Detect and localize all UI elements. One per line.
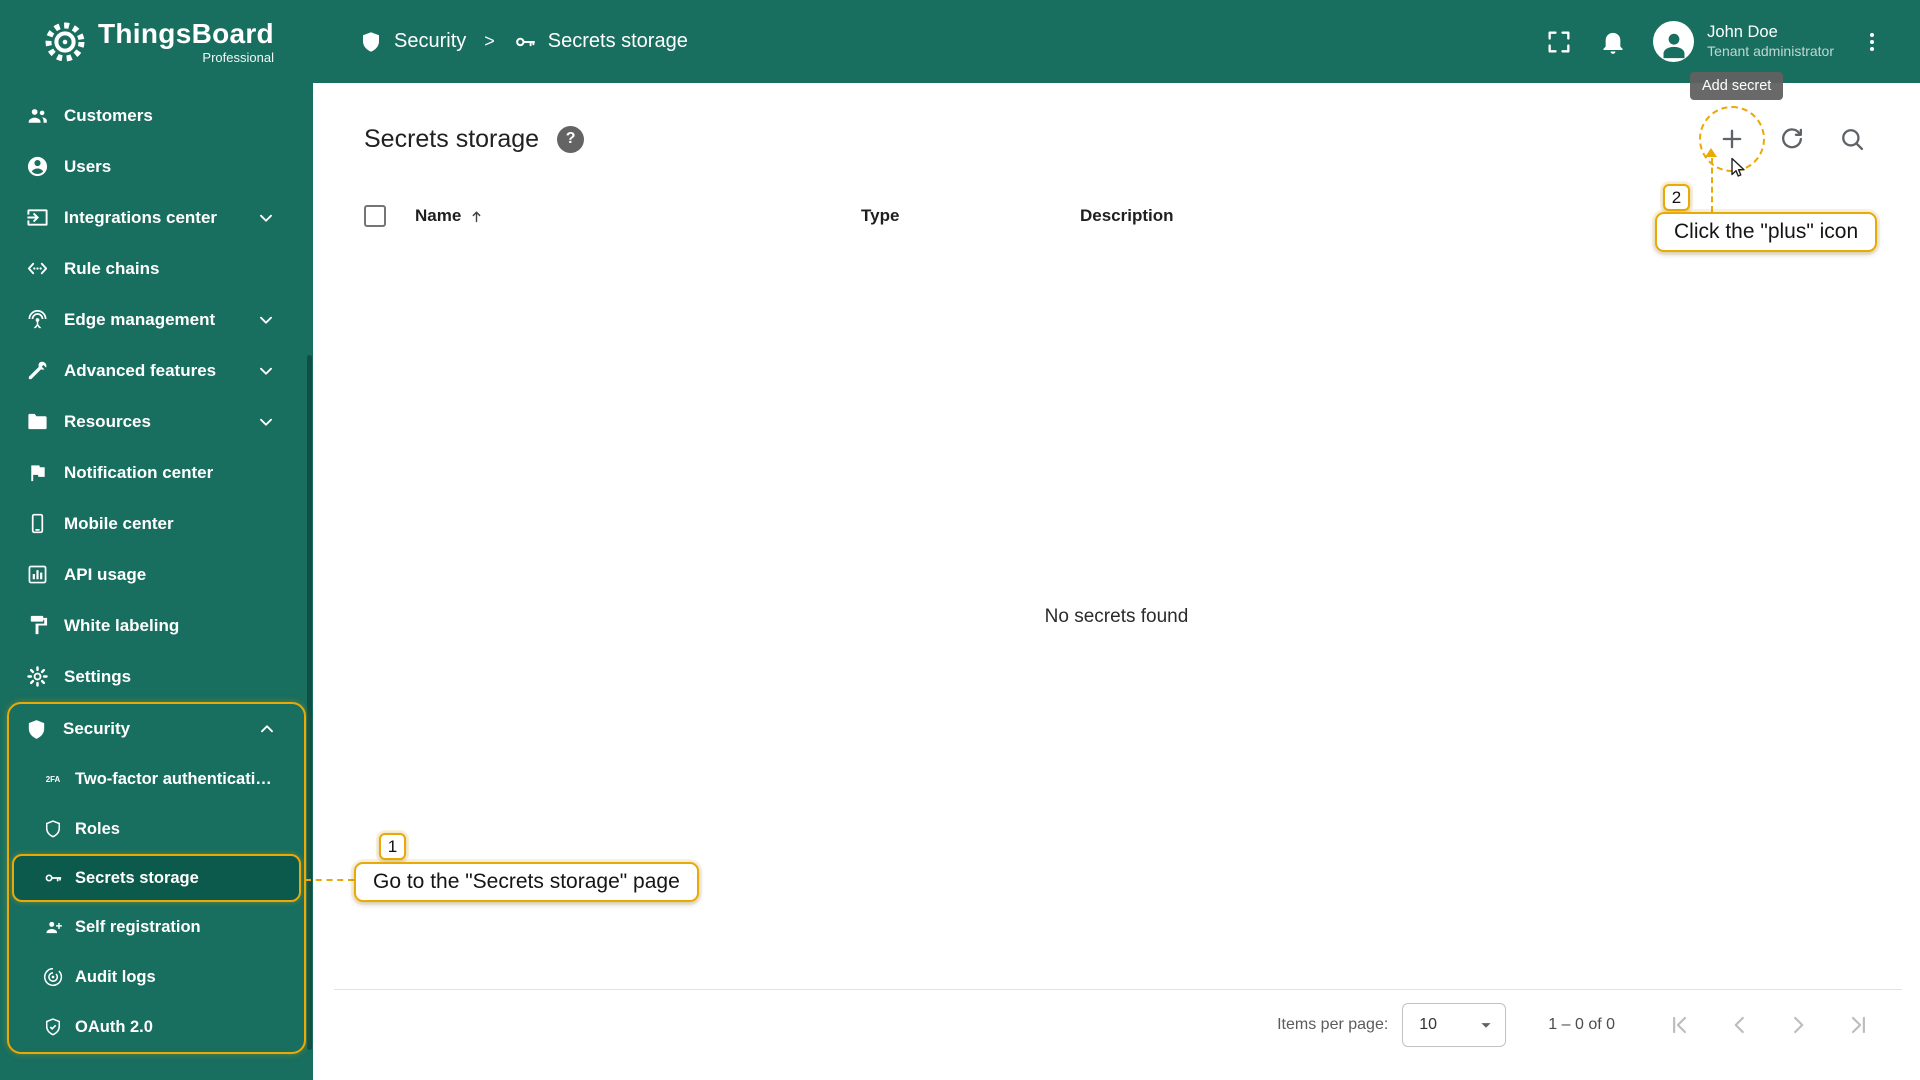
previous-page-button[interactable] [1717,1003,1761,1047]
sidebar-item-mobile-center[interactable]: Mobile center [0,498,313,549]
thingsboard-logo-icon [42,19,88,65]
column-header-name[interactable]: Name [415,188,485,244]
paginator-buttons [1657,1003,1881,1047]
search-button[interactable] [1836,123,1868,155]
chevron-down-icon[interactable] [255,207,277,229]
paint-icon [26,614,49,637]
top-bar: ThingsBoard Professional Security > Secr… [0,0,1920,83]
fullscreen-icon[interactable] [1545,28,1573,56]
people-icon [26,104,49,127]
shield-icon [25,718,48,741]
sidebar-item-resources[interactable]: Resources [0,396,313,447]
plus-icon [1718,129,1746,156]
empty-state-text: No secrets found [1044,605,1189,627]
sidebar-item-rule-chains[interactable]: Rule chains [0,243,313,294]
breadcrumb: Security > Secrets storage [359,30,688,54]
key-icon [43,868,63,888]
sidebar-item-integrations-center[interactable]: Integrations center [0,192,313,243]
brand-subtitle: Professional [202,49,274,65]
integrations-icon [26,206,49,229]
page-header: Secrets storage ? [334,110,1902,168]
chart-icon [26,563,49,586]
audit-target-icon [43,967,63,987]
kebab-menu-icon[interactable] [1860,30,1884,54]
chevron-down-icon[interactable] [255,360,277,382]
table-toolbar [1716,123,1868,155]
column-header-type[interactable]: Type [861,188,899,244]
sidebar-item-two-factor-authentication[interactable]: 2FA Two-factor authenticati… [9,754,304,804]
sidebar-item-advanced-features[interactable]: Advanced features [0,345,313,396]
paginator: Items per page: 10 1 – 0 of 0 [334,989,1902,1059]
notifications-bell-icon[interactable] [1599,28,1627,56]
flag-icon [26,461,49,484]
key-icon [513,30,537,54]
person-icon [26,155,49,178]
chevron-down-icon[interactable] [255,411,277,433]
sidebar-item-edge-management[interactable]: Edge management [0,294,313,345]
antenna-icon [26,308,49,331]
items-per-page-label: Items per page: [1277,1015,1389,1033]
chevron-up-icon[interactable] [256,718,278,740]
main-content: Secrets storage ? Name Type Description … [313,83,1920,1080]
next-page-button[interactable] [1777,1003,1821,1047]
paginator-range: 1 – 0 of 0 [1548,1015,1615,1033]
brand-logo[interactable]: ThingsBoard Professional [0,17,313,65]
last-page-button[interactable] [1837,1003,1881,1047]
refresh-icon [1778,128,1806,156]
breadcrumb-label: Secrets storage [547,30,688,52]
roles-shield-icon [43,819,63,839]
select-all-checkbox[interactable] [364,205,386,227]
sidebar-item-notification-center[interactable]: Notification center [0,447,313,498]
refresh-button[interactable] [1776,123,1808,155]
column-header-description[interactable]: Description [1080,188,1174,244]
breadcrumb-label: Security [394,30,467,52]
svg-text:2FA: 2FA [46,775,61,784]
user-menu[interactable]: John Doe Tenant administrator [1653,21,1834,62]
rule-chains-icon [26,257,49,280]
breadcrumb-item-secrets-storage[interactable]: Secrets storage [513,30,688,54]
sidebar-item-users[interactable]: Users [0,141,313,192]
page-size-select[interactable]: 10 [1402,1002,1507,1047]
sidebar-item-customers[interactable]: Customers [0,90,313,141]
person-add-icon [43,917,63,937]
tools-icon [26,359,49,382]
oauth-shield-icon [43,1017,63,1037]
thingsboard-app: ThingsBoard Professional Security > Secr… [0,0,1920,1080]
user-role: Tenant administrator [1707,43,1834,60]
sidebar-item-secrets-storage[interactable]: Secrets storage [12,854,301,902]
first-page-button[interactable] [1657,1003,1701,1047]
sidebar-item-roles[interactable]: Roles [9,804,304,854]
brand-name: ThingsBoard [98,17,274,49]
sidebar-item-settings[interactable]: Settings [0,651,313,702]
user-name: John Doe [1707,23,1778,42]
table-header-row: Name Type Description [334,188,1902,244]
help-icon[interactable]: ? [557,125,585,153]
gear-icon [26,665,49,688]
sidebar-scrollbar[interactable] [307,355,312,1050]
folder-icon [26,410,49,433]
sidebar: Customers Users Integrations center Rule… [0,83,313,1080]
2fa-icon: 2FA [43,769,63,789]
sidebar-item-audit-logs[interactable]: Audit logs [9,952,304,1002]
search-icon [1838,129,1866,156]
page-size-value: 10 [1419,1015,1438,1033]
breadcrumb-item-security[interactable]: Security [359,30,466,54]
breadcrumb-separator: > [484,31,495,51]
page-title: Secrets storage [364,124,540,153]
sidebar-item-api-usage[interactable]: API usage [0,549,313,600]
sidebar-item-oauth[interactable]: OAuth 2.0 [9,1002,304,1052]
sidebar-item-white-labeling[interactable]: White labeling [0,600,313,651]
sidebar-item-self-registration[interactable]: Self registration [9,902,304,952]
add-button[interactable] [1716,123,1748,155]
security-section-highlight: Security 2FA Two-factor authenticati… Ro… [7,702,306,1054]
sidebar-item-security[interactable]: Security [9,704,304,754]
smartphone-icon [26,512,49,535]
shield-icon [359,30,383,54]
chevron-down-icon[interactable] [255,309,277,331]
sort-asc-icon [468,208,485,225]
avatar [1653,21,1695,62]
caret-down-icon [1475,1014,1497,1036]
